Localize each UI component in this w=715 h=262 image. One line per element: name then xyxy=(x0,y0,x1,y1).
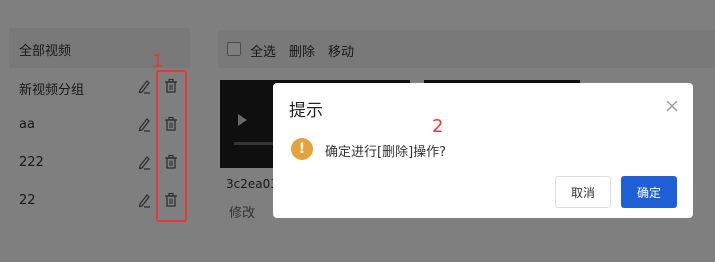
annotation-highlight-box xyxy=(156,70,187,222)
cancel-button[interactable]: 取消 xyxy=(555,176,611,208)
warning-icon: ! xyxy=(291,138,313,160)
dialog-message: 确定进行[删除]操作? xyxy=(325,145,447,160)
close-icon[interactable] xyxy=(665,99,679,113)
dialog-title: 提示 xyxy=(289,101,323,121)
confirm-dialog: 提示 ! 确定进行[删除]操作? 取消 确定 xyxy=(273,83,693,218)
annotation-label-1: 1 xyxy=(152,51,164,72)
confirm-button[interactable]: 确定 xyxy=(621,176,677,208)
annotation-label-2: 2 xyxy=(432,116,444,137)
